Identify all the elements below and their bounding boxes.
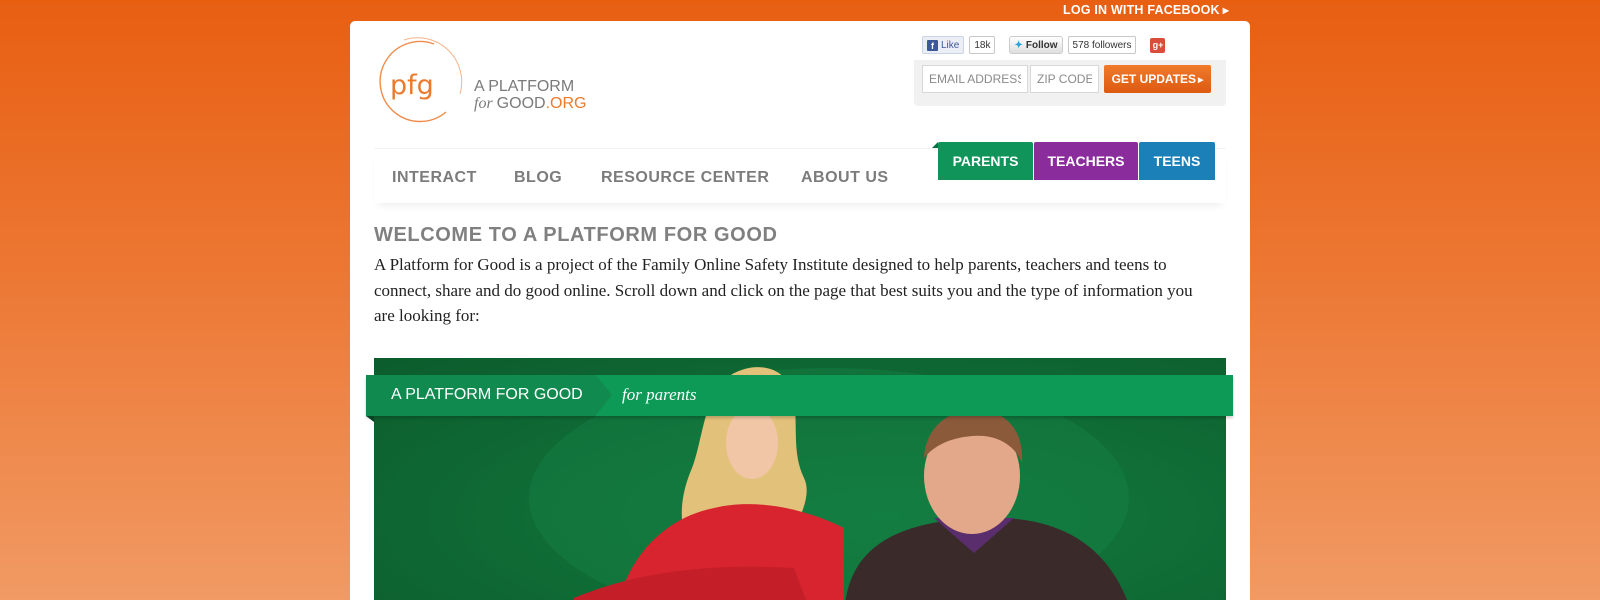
logo-org: .ORG	[545, 95, 587, 112]
like-count: 18k	[969, 36, 996, 54]
tab-teens[interactable]: TEENS	[1139, 142, 1215, 180]
facebook-login-label: LOG IN WITH FACEBOOK	[1063, 3, 1220, 17]
ribbon-subtitle: for parents	[622, 385, 697, 404]
nav-item-resource-center[interactable]: RESOURCE CENTER	[601, 169, 769, 187]
facebook-login-link[interactable]: LOG IN WITH FACEBOOK ▶	[1063, 3, 1229, 17]
arrow-right-icon: ▶	[1198, 77, 1204, 84]
tab-teachers[interactable]: TEACHERS	[1034, 142, 1138, 180]
facebook-icon: f	[927, 39, 938, 51]
email-field[interactable]	[922, 65, 1028, 93]
page-container: pfg A PLATFORM for GOOD.ORG f Like 18k ✦ F…	[350, 21, 1250, 600]
facebook-like-button[interactable]: f Like	[922, 36, 965, 54]
intro-paragraph: A Platform for Good is a project of the …	[374, 255, 1193, 325]
logo-for: for	[474, 95, 493, 112]
logo-line1: A PLATFORM	[474, 78, 575, 95]
twitter-bird-icon: ✦	[1014, 39, 1023, 51]
audience-tabs: PARENTS TEACHERS TEENS	[938, 142, 1215, 180]
logo-good: GOOD	[496, 95, 546, 112]
arrow-right-icon: ▶	[1222, 6, 1230, 15]
zip-code-field[interactable]	[1030, 65, 1099, 93]
signup-form: GET UPDATES▶	[914, 60, 1226, 106]
hero-ribbon: A PLATFORM FOR GOOD for parents	[366, 375, 1233, 416]
logo-mark-text: pfg	[390, 70, 434, 101]
logo-line2: for GOOD.ORG	[474, 95, 586, 112]
nav-item-about-us[interactable]: ABOUT US	[801, 169, 889, 187]
pfg-logo-mark: pfg	[379, 37, 463, 123]
nav-item-blog[interactable]: BLOG	[514, 169, 562, 187]
nav-item-interact[interactable]: INTERACT	[392, 169, 477, 187]
tab-parents[interactable]: PARENTS	[938, 142, 1033, 180]
twitter-follow-button[interactable]: ✦ Follow	[1009, 36, 1063, 54]
ribbon-title: A PLATFORM FOR GOOD	[391, 386, 583, 403]
get-updates-label: GET UPDATES	[1111, 72, 1197, 86]
follow-label: Follow	[1025, 39, 1058, 51]
like-label: Like	[941, 39, 960, 51]
ribbon-fold	[366, 416, 374, 422]
page-title: WELCOME TO A PLATFORM FOR GOOD	[374, 224, 778, 246]
ribbon-arrow	[596, 375, 612, 415]
get-updates-button[interactable]: GET UPDATES ▶	[1104, 65, 1211, 93]
followers-count: 578 followers	[1067, 36, 1137, 54]
google-plus-icon[interactable]: g+	[1150, 37, 1166, 53]
site-logo[interactable]: pfg A PLATFORM for GOOD.ORG	[374, 36, 614, 128]
social-buttons: f Like 18k ✦ Follow 578 followers g+	[922, 36, 1166, 54]
logo-wordmark: A PLATFORM for GOOD.ORG	[474, 78, 586, 112]
